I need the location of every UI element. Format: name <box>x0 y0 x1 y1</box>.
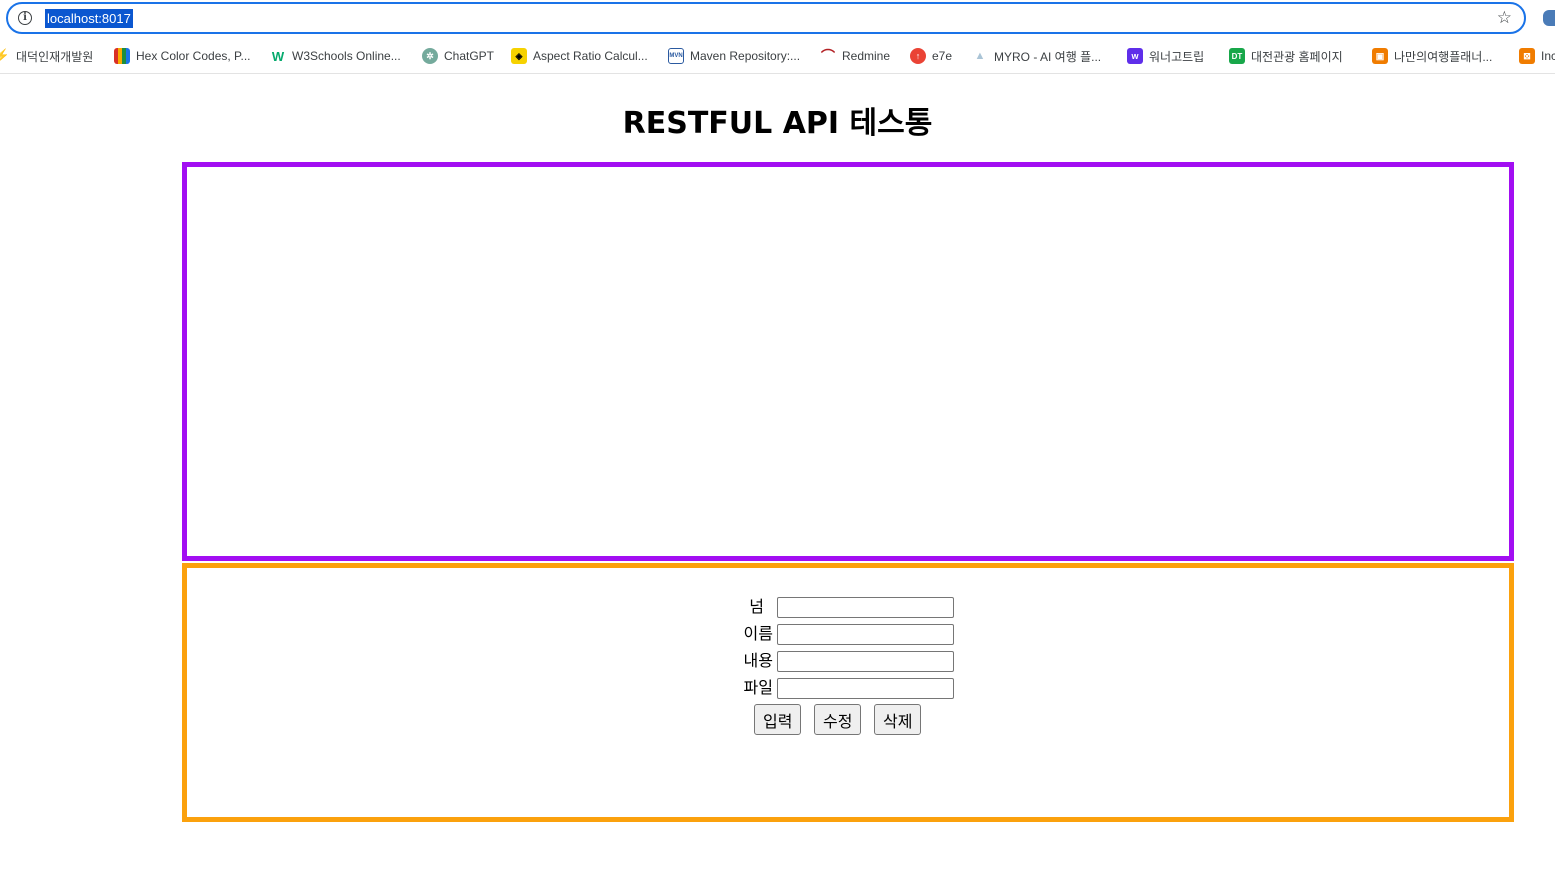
bookmark-label: 나만의여행플래너... <box>1394 49 1493 64</box>
number-label: 넘 <box>749 597 764 616</box>
insert-button[interactable]: 입력 <box>754 704 802 735</box>
bookmark-label: Aspect Ratio Calcul... <box>533 49 648 63</box>
name-input[interactable] <box>777 624 954 645</box>
bookmark-icon: ⊠ <box>1519 48 1535 64</box>
bookmark-daejeon-tour[interactable]: DT 대전관광 홈페이지 <box>1229 46 1343 66</box>
bookmark-inc[interactable]: ⊠ Inc <box>1519 46 1555 66</box>
bookmark-e7e[interactable]: ↑ e7e <box>910 46 952 66</box>
bookmark-label: W3Schools Online... <box>292 49 401 63</box>
address-bar[interactable]: i localhost:8017 ☆ <box>6 2 1526 34</box>
maven-icon: MVN <box>668 48 684 64</box>
daejeon-tour-icon: DT <box>1229 48 1245 64</box>
e7e-icon: ↑ <box>910 48 926 64</box>
bookmark-star-icon[interactable]: ☆ <box>1497 8 1512 28</box>
myro-icon: ▲ <box>974 50 986 62</box>
bookmark-label: Hex Color Codes, P... <box>136 49 251 63</box>
delete-button[interactable]: 삭제 <box>874 704 922 735</box>
aspect-ratio-icon: ◈ <box>511 48 527 64</box>
chatgpt-icon: ✲ <box>422 48 438 64</box>
number-input[interactable] <box>777 597 954 618</box>
page-title: RESTFUL API 테스통 <box>622 106 933 141</box>
bookmark-travel-planner[interactable]: ▣ 나만의여행플래너... <box>1372 46 1492 66</box>
form-row-number: 넘 <box>187 596 1509 618</box>
bookmark-hex-color[interactable]: Hex Color Codes, P... <box>114 46 251 66</box>
form-row-file: 파일 <box>187 677 1509 699</box>
bookmark-label: Inc <box>1541 49 1555 63</box>
bookmark-label: 워너고트립 <box>1149 49 1205 64</box>
list-panel <box>182 162 1514 561</box>
form-panel: 넘 이름 내용 파일 입력 수정 삭제 <box>182 563 1514 822</box>
bookmarks-bar: ⚡ 대덕인재개발원 Hex Color Codes, P... W W3Scho… <box>0 38 1555 74</box>
color-bars-icon <box>114 48 130 64</box>
bookmark-label: 대전관광 홈페이지 <box>1251 49 1343 64</box>
bookmark-aspect-ratio[interactable]: ◈ Aspect Ratio Calcul... <box>511 46 648 66</box>
bookmark-label: e7e <box>932 49 953 63</box>
file-label: 파일 <box>743 678 773 697</box>
bookmark-label: Maven Repository:... <box>690 49 801 63</box>
form-row-content: 내용 <box>187 650 1509 672</box>
url-text[interactable]: localhost:8017 <box>45 9 133 28</box>
profile-icon[interactable] <box>1543 10 1555 26</box>
file-input[interactable] <box>777 678 954 699</box>
bookmark-maven[interactable]: MVN Maven Repository:... <box>668 46 800 66</box>
travel-planner-icon: ▣ <box>1372 48 1388 64</box>
site-info-icon[interactable]: i <box>18 11 32 25</box>
bookmark-label: 대덕인재개발원 <box>16 49 94 64</box>
content-input[interactable] <box>777 651 954 672</box>
w3schools-icon: W <box>271 48 285 64</box>
wannago-icon: w <box>1127 48 1143 64</box>
bookmark-wannago[interactable]: w 워너고트립 <box>1127 46 1204 66</box>
bookmark-myro[interactable]: ▲ MYRO - AI 여행 플... <box>972 46 1102 66</box>
bookmark-redmine[interactable]: ⌒ Redmine <box>820 46 890 66</box>
bookmark-daedeok[interactable]: ⚡ 대덕인재개발원 <box>0 46 93 66</box>
bolt-icon: ⚡ <box>0 48 10 64</box>
redmine-icon: ⌒ <box>821 48 835 64</box>
bookmark-label: ChatGPT <box>444 49 495 63</box>
update-button[interactable]: 수정 <box>814 704 862 735</box>
bookmark-label: MYRO - AI 여행 플... <box>994 49 1102 64</box>
form-row-name: 이름 <box>187 623 1509 645</box>
bookmark-label: Redmine <box>842 49 891 63</box>
content-label: 내용 <box>743 651 773 670</box>
name-label: 이름 <box>743 624 773 643</box>
bookmark-w3schools[interactable]: W W3Schools Online... <box>270 46 401 66</box>
bookmark-chatgpt[interactable]: ✲ ChatGPT <box>422 46 494 66</box>
address-row: i localhost:8017 ☆ <box>0 0 1555 36</box>
